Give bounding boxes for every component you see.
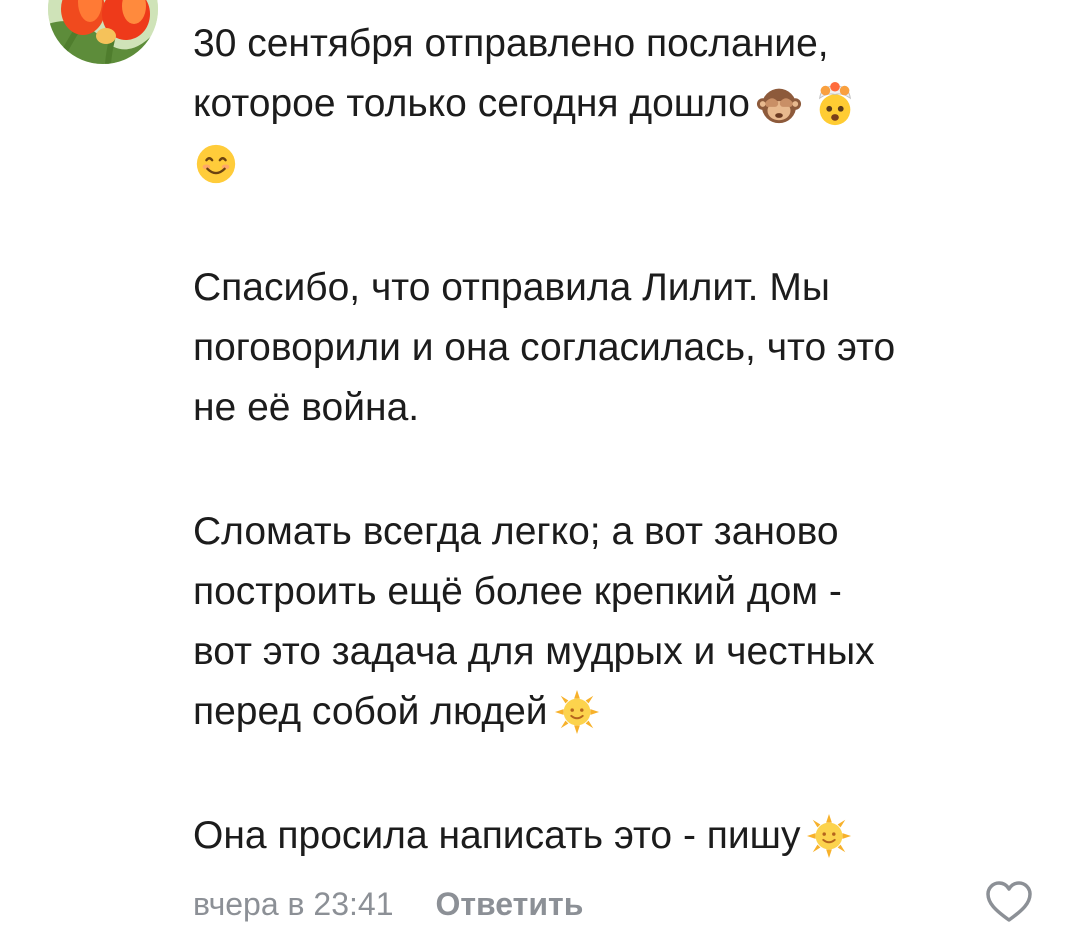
comment-line: перед собой людей xyxy=(193,682,1053,742)
sun-with-face-icon xyxy=(806,813,852,859)
comment-text: Спасибо, что отправила Лилит. Мы xyxy=(193,266,830,309)
comment-meta: вчера в 23:41 Ответить xyxy=(193,876,583,932)
comment-text: не её война. xyxy=(193,386,420,429)
comment-text: вот это задача для мудрых и честных xyxy=(193,630,875,673)
comment-text: построить ещё более крепкий дом - xyxy=(193,570,842,613)
comment-line: поговорили и она согласилась, что это xyxy=(193,318,1053,378)
comment-line: Она просила написать это - пишу xyxy=(193,806,1053,866)
comment-body: 30 сентября отправлено послание, которое … xyxy=(193,14,1053,866)
like-button[interactable] xyxy=(985,880,1033,924)
comment-text: Она просила написать это - пишу xyxy=(193,814,801,857)
see-no-evil-monkey-icon xyxy=(756,81,802,127)
smiling-face-icon xyxy=(193,141,239,187)
comment-text: перед собой людей xyxy=(193,690,548,733)
comment-line xyxy=(193,134,1053,194)
heart-outline-icon xyxy=(986,881,1032,922)
avatar[interactable] xyxy=(48,0,158,64)
comment-line: 30 сентября отправлено послание, xyxy=(193,14,1053,74)
timestamp: вчера в 23:41 xyxy=(193,885,394,922)
comment-line: не её война. xyxy=(193,378,1053,438)
sun-with-face-icon xyxy=(554,689,600,735)
comment-text: Сломать всегда легко; а вот заново xyxy=(193,510,839,553)
reply-button[interactable]: Ответить xyxy=(435,886,583,923)
comment-text: 30 сентября отправлено послание, xyxy=(193,22,829,65)
comment-line: Спасибо, что отправила Лилит. Мы xyxy=(193,258,1053,318)
tulips-avatar-icon xyxy=(48,0,158,64)
exploding-head-icon xyxy=(812,81,858,127)
comment-line: построить ещё более крепкий дом - xyxy=(193,562,1053,622)
comment-line: которое только сегодня дошло xyxy=(193,74,1053,134)
comment-line: Сломать всегда легко; а вот заново xyxy=(193,502,1053,562)
comment-line: вот это задача для мудрых и честных xyxy=(193,622,1053,682)
comment-text: которое только сегодня дошло xyxy=(193,82,750,125)
comment-text: поговорили и она согласилась, что это xyxy=(193,326,896,369)
